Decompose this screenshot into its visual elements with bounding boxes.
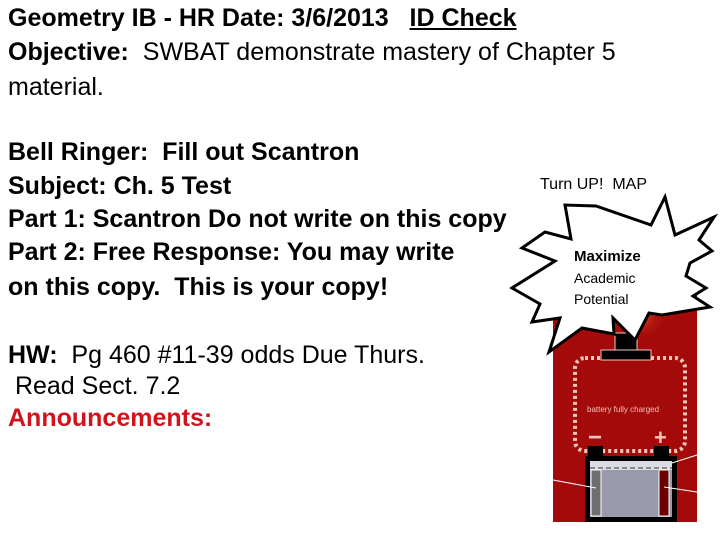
negative-plate bbox=[590, 469, 602, 517]
device-base bbox=[600, 349, 652, 361]
minus-sign: − bbox=[588, 424, 602, 451]
callout-maximize: Maximize bbox=[574, 248, 641, 265]
positive-plate bbox=[658, 469, 670, 517]
turn-up-map-label: Turn UP! MAP bbox=[540, 176, 647, 193]
callout-potential: Potential bbox=[574, 291, 629, 307]
callout-academic: Academic bbox=[574, 270, 636, 286]
plus-sign: + bbox=[654, 425, 667, 450]
battery-status-label: battery fully charged bbox=[587, 405, 660, 414]
